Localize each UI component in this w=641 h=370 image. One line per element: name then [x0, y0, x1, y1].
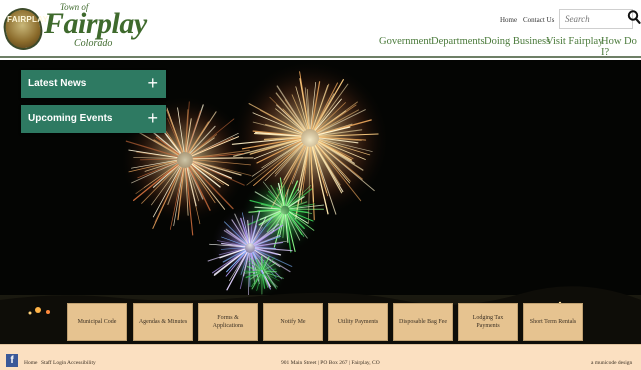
firework-spark — [192, 157, 254, 160]
quick-link-label: Municipal Code — [77, 319, 117, 325]
util-home-link[interactable]: Home — [500, 16, 517, 24]
plus-icon: + — [147, 73, 158, 93]
badge-text: FAIRPLAY — [7, 15, 49, 24]
search-input[interactable] — [559, 9, 633, 29]
accordion-label: Latest News — [28, 78, 87, 89]
fireworks-image — [0, 60, 641, 344]
quick-link-agendas-minutes[interactable]: Agendas & Minutes — [133, 303, 193, 341]
town-badge-icon — [0, 4, 46, 54]
quick-link-label: Notify Me — [280, 319, 306, 325]
nav-visit-fairplay[interactable]: Visit Fairplay — [546, 36, 603, 47]
site-header: FAIRPLAY Town of Fairplay Colorado Home … — [0, 0, 641, 58]
accordion-upcoming-events[interactable]: Upcoming Events + — [21, 105, 166, 133]
quick-link-label: Disposable Bag Fee — [399, 319, 447, 325]
firework-spark — [243, 270, 260, 273]
quick-link-lodging-tax[interactable]: Lodging Tax Payments — [458, 303, 518, 341]
quick-link-disposable-bag-fee[interactable]: Disposable Bag Fee — [393, 303, 453, 341]
hero-fireworks-image: Latest News + Upcoming Events + — [0, 60, 641, 344]
nav-departments[interactable]: Departments — [431, 36, 485, 47]
footer-accessibility-link[interactable]: Accessibility — [67, 360, 96, 366]
quick-link-municipal-code[interactable]: Municipal Code — [67, 303, 127, 341]
accordion-label: Upcoming Events — [28, 113, 113, 124]
quick-link-label: Short Term Rentals — [529, 319, 577, 325]
quick-link-label: Forms & Applications — [212, 315, 244, 329]
quick-link-notify-me[interactable]: Notify Me — [263, 303, 323, 341]
nav-doing-business[interactable]: Doing Business — [484, 36, 550, 47]
footer-address: 901 Main Street | PO Box 267 | Fairplay,… — [281, 360, 380, 366]
quick-link-label: Agendas & Minutes — [138, 319, 188, 325]
nav-how-do-i[interactable]: How Do I? — [601, 36, 641, 58]
quick-link-label: Utility Payments — [337, 319, 379, 325]
town-logo[interactable]: FAIRPLAY Town of Fairplay Colorado — [0, 2, 147, 54]
footer-home-link[interactable]: Home — [24, 360, 37, 366]
facebook-icon[interactable]: f — [6, 354, 18, 367]
footer-staff-login-link[interactable]: Staff Login — [41, 360, 66, 366]
nav-government[interactable]: Government — [379, 36, 432, 47]
quick-link-short-term-rentals[interactable]: Short Term Rentals — [523, 303, 583, 341]
plus-icon: + — [147, 108, 158, 128]
logo-state: Colorado — [74, 38, 113, 49]
footer-credit[interactable]: a municode design — [591, 360, 632, 366]
util-contact-link[interactable]: Contact Us — [523, 16, 554, 24]
site-footer: f Home Staff Login Accessibility 901 Mai… — [0, 344, 641, 370]
logo-name: Fairplay — [44, 7, 147, 40]
quick-link-forms-applications[interactable]: Forms & Applications — [198, 303, 258, 341]
search-icon[interactable] — [627, 9, 641, 25]
quick-link-label: Lodging Tax Payments — [472, 315, 504, 329]
quick-link-utility-payments[interactable]: Utility Payments — [328, 303, 388, 341]
accordion-latest-news[interactable]: Latest News + — [21, 70, 166, 98]
